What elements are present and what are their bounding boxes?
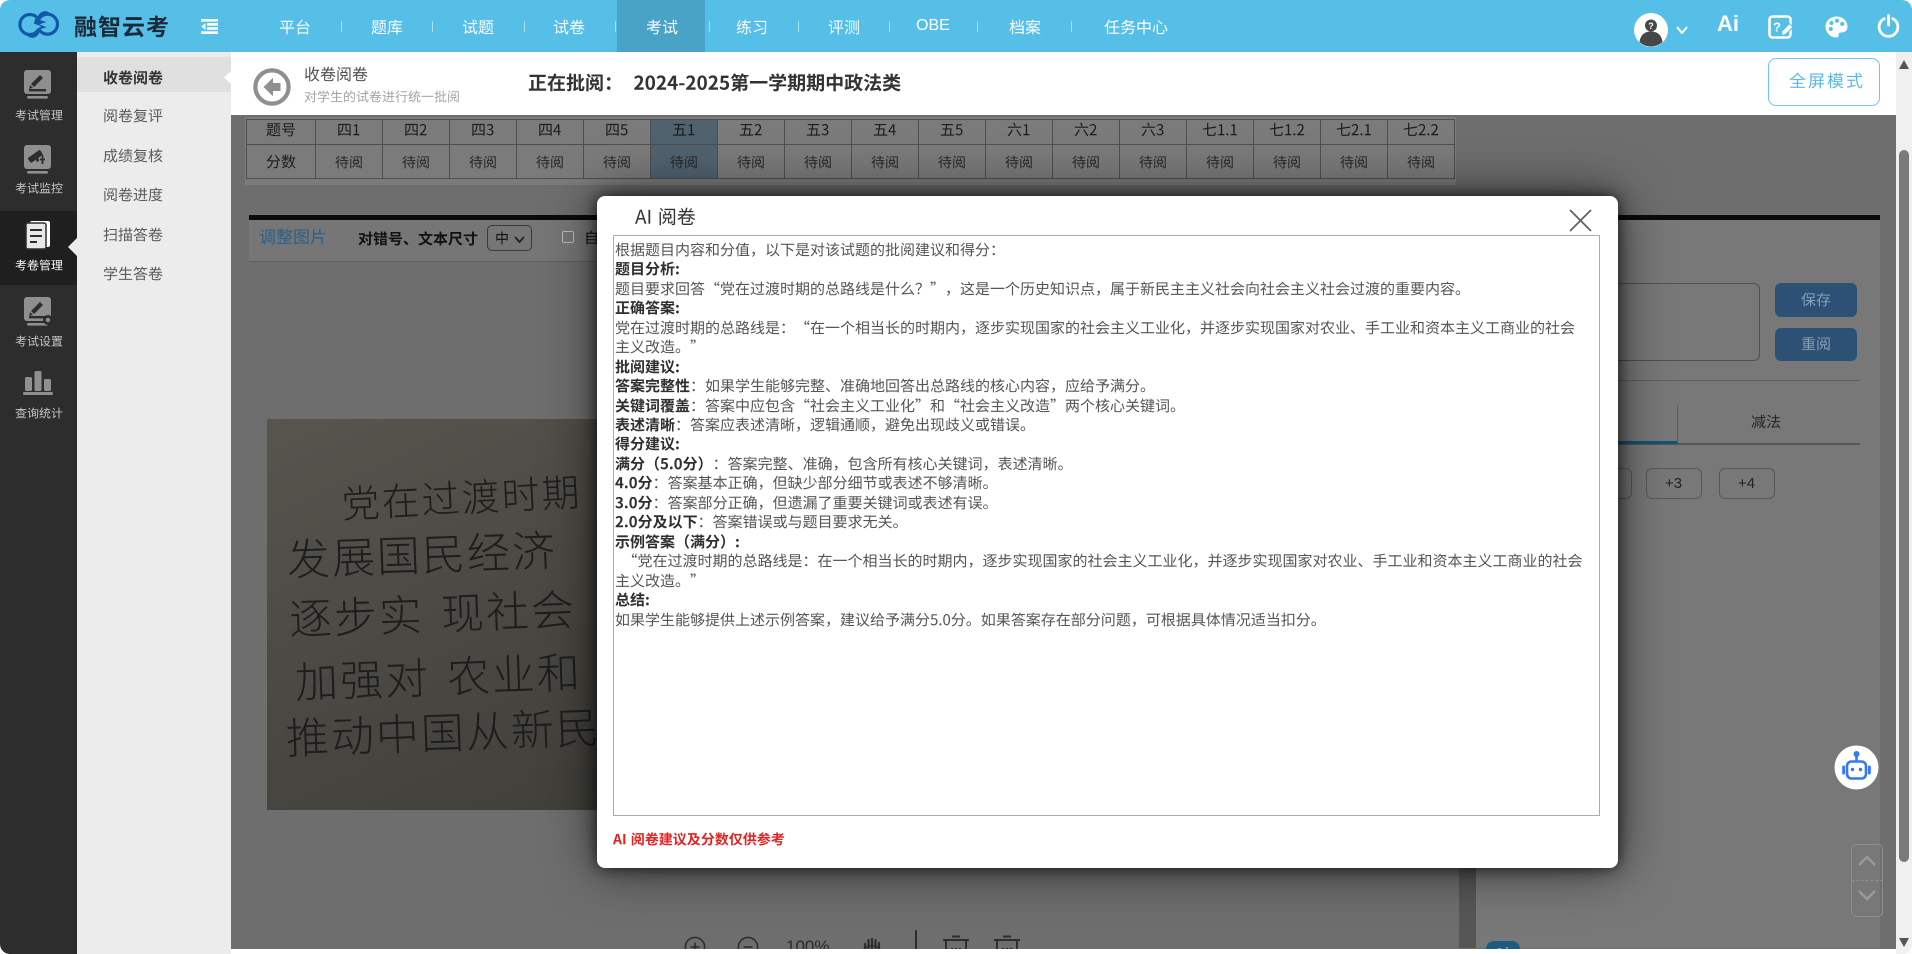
svg-text:?: ? [1648, 21, 1654, 31]
svg-text:?: ? [1773, 20, 1781, 35]
